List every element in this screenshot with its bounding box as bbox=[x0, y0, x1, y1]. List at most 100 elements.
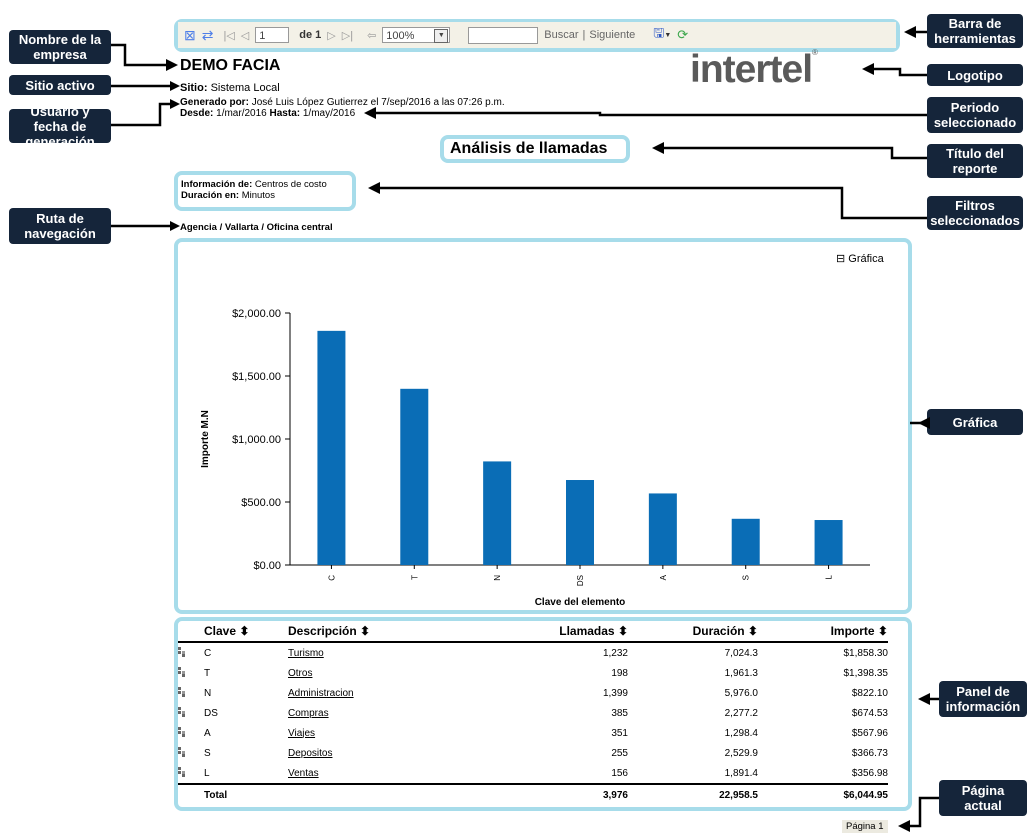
header-descripcion[interactable]: Descripción ⬍ bbox=[288, 621, 528, 643]
zoom-select[interactable]: 100% ▼ bbox=[382, 27, 451, 43]
export-doc-icon[interactable]: ⊠ bbox=[184, 27, 196, 44]
search-link[interactable]: Buscar bbox=[544, 29, 578, 41]
site-label: Sitio: bbox=[180, 82, 208, 94]
intertel-logo: intertel® bbox=[690, 48, 818, 92]
drilldown-icon[interactable] bbox=[178, 666, 186, 677]
cell-clave: C bbox=[204, 647, 212, 659]
save-export-icon[interactable]: 🖫 ▼ bbox=[653, 24, 671, 46]
cell-importe: $1,858.30 bbox=[843, 647, 889, 659]
zoom-value: 100% bbox=[386, 30, 415, 42]
refresh-icon[interactable]: ⟳ bbox=[677, 27, 688, 43]
cell-clave: N bbox=[204, 687, 212, 699]
bar bbox=[483, 461, 512, 565]
cell-importe: $1,398.35 bbox=[843, 667, 889, 679]
to-value: 1/may/2016 bbox=[302, 108, 356, 119]
callout-user-date: Usuario y fecha de generación bbox=[9, 104, 111, 149]
table-row: A Viajes 351 1,298.4 $567.96 bbox=[178, 723, 888, 743]
header-duracion[interactable]: Duración ⬍ bbox=[628, 621, 758, 643]
cell-llamadas: 198 bbox=[611, 667, 628, 679]
logo-trademark: ® bbox=[812, 48, 818, 57]
cell-importe: $674.53 bbox=[851, 707, 888, 719]
breadcrumb[interactable]: Agencia / Vallarta / Oficina central bbox=[180, 222, 333, 233]
cell-clave: T bbox=[204, 667, 211, 679]
back-icon[interactable]: ⇦ bbox=[367, 29, 376, 42]
cell-duracion: 5,976.0 bbox=[724, 687, 758, 699]
drilldown-icon[interactable] bbox=[178, 746, 186, 757]
cell-descripcion-link[interactable]: Otros bbox=[288, 668, 312, 679]
cell-descripcion-link[interactable]: Depositos bbox=[288, 748, 332, 759]
next-page-icon[interactable]: ▷ bbox=[327, 29, 335, 42]
to-label: Hasta: bbox=[269, 108, 301, 119]
toolbar-separator: | bbox=[582, 29, 586, 41]
total-llamadas: 3,976 bbox=[528, 783, 628, 805]
total-label: Total bbox=[204, 783, 288, 805]
filters-block: Información de: Centros de costo Duració… bbox=[181, 179, 327, 201]
cell-clave: A bbox=[204, 727, 211, 739]
report-title: Análisis de llamadas bbox=[450, 140, 608, 157]
logo-text: intertel bbox=[690, 48, 813, 91]
cell-llamadas: 385 bbox=[611, 707, 628, 719]
bar bbox=[731, 518, 760, 565]
first-page-icon[interactable]: |◁ bbox=[223, 29, 234, 42]
from-value: 1/mar/2016 bbox=[216, 108, 267, 119]
cell-importe: $822.10 bbox=[851, 687, 888, 699]
last-page-icon[interactable]: ▷| bbox=[342, 29, 353, 42]
generated-line: Generado por: José Luis López Gutierrez … bbox=[180, 97, 505, 108]
y-tick-label: $0.00 bbox=[253, 560, 281, 572]
header-llamadas[interactable]: Llamadas ⬍ bbox=[528, 621, 628, 643]
page-number-input[interactable]: 1 bbox=[255, 27, 290, 43]
drilldown-icon[interactable] bbox=[178, 766, 186, 777]
prev-page-icon[interactable]: ◁ bbox=[241, 29, 249, 42]
callout-logo: Logotipo bbox=[927, 64, 1023, 86]
x-tick-label: A bbox=[659, 574, 668, 580]
chart-toggle[interactable]: ⊟ Gráfica bbox=[836, 252, 884, 265]
cell-clave: L bbox=[204, 767, 210, 779]
x-tick-label: T bbox=[410, 575, 419, 580]
cell-duracion: 1,891.4 bbox=[724, 767, 758, 779]
cell-descripcion-link[interactable]: Compras bbox=[288, 708, 329, 719]
table-total-row: Total 3,976 22,958.5 $6,044.95 bbox=[178, 783, 888, 805]
next-link[interactable]: Siguiente bbox=[589, 29, 635, 41]
cell-llamadas: 1,232 bbox=[602, 647, 628, 659]
header-clave[interactable]: Clave ⬍ bbox=[204, 621, 288, 643]
cell-descripcion-link[interactable]: Administracion bbox=[288, 688, 354, 699]
cell-clave: DS bbox=[204, 707, 218, 719]
x-tick-label: S bbox=[742, 575, 751, 580]
callout-active-site: Sitio activo bbox=[9, 75, 111, 95]
generated-label: Generado por: bbox=[180, 97, 249, 108]
drilldown-icon[interactable] bbox=[178, 726, 186, 737]
callout-filters: Filtros seleccionados bbox=[927, 196, 1023, 230]
table-row: S Depositos 255 2,529.9 $366.73 bbox=[178, 743, 888, 763]
total-duracion: 22,958.5 bbox=[628, 783, 758, 805]
drilldown-icon[interactable] bbox=[178, 706, 186, 717]
cell-descripcion-link[interactable]: Viajes bbox=[288, 728, 315, 739]
callout-period: Periodo seleccionado bbox=[927, 97, 1023, 133]
callout-route: Ruta de navegación bbox=[9, 208, 111, 244]
bar-chart: $0.00 $500.00 $1,000.00 $1,500.00 $2,000.00 C… bbox=[200, 308, 870, 608]
page-indicator: Página 1 bbox=[842, 820, 888, 833]
search-input[interactable] bbox=[468, 26, 539, 44]
refresh-parent-icon[interactable]: ⇄ bbox=[202, 27, 214, 44]
callout-chart: Gráfica bbox=[927, 409, 1023, 435]
x-tick-label: DS bbox=[576, 575, 585, 586]
drilldown-icon[interactable] bbox=[178, 686, 186, 697]
company-name: DEMO FACIA bbox=[180, 57, 281, 74]
drilldown-icon[interactable] bbox=[178, 646, 186, 657]
header-importe[interactable]: Importe ⬍ bbox=[758, 621, 888, 643]
bar bbox=[648, 493, 677, 565]
filter-duration-value: Minutos bbox=[241, 190, 275, 201]
callout-info-panel: Panel de información bbox=[939, 681, 1027, 717]
cell-duracion: 2,529.9 bbox=[724, 747, 758, 759]
callout-company-name: Nombre de la empresa bbox=[9, 30, 111, 64]
cell-descripcion-link[interactable]: Ventas bbox=[288, 768, 319, 779]
table-header-row: Clave ⬍ Descripción ⬍ Llamadas ⬍ Duració… bbox=[178, 621, 888, 643]
site-value: Sistema Local bbox=[210, 82, 280, 94]
callout-current-page: Página actual bbox=[939, 780, 1027, 816]
y-tick-label: $2,000.00 bbox=[232, 308, 281, 320]
bar bbox=[566, 480, 594, 565]
total-importe: $6,044.95 bbox=[758, 783, 888, 805]
cell-descripcion-link[interactable]: Turismo bbox=[288, 648, 324, 659]
table-row: L Ventas 156 1,891.4 $356.98 bbox=[178, 763, 888, 784]
cell-importe: $366.73 bbox=[851, 747, 888, 759]
callout-toolbar: Barra de herramientas bbox=[927, 14, 1023, 48]
